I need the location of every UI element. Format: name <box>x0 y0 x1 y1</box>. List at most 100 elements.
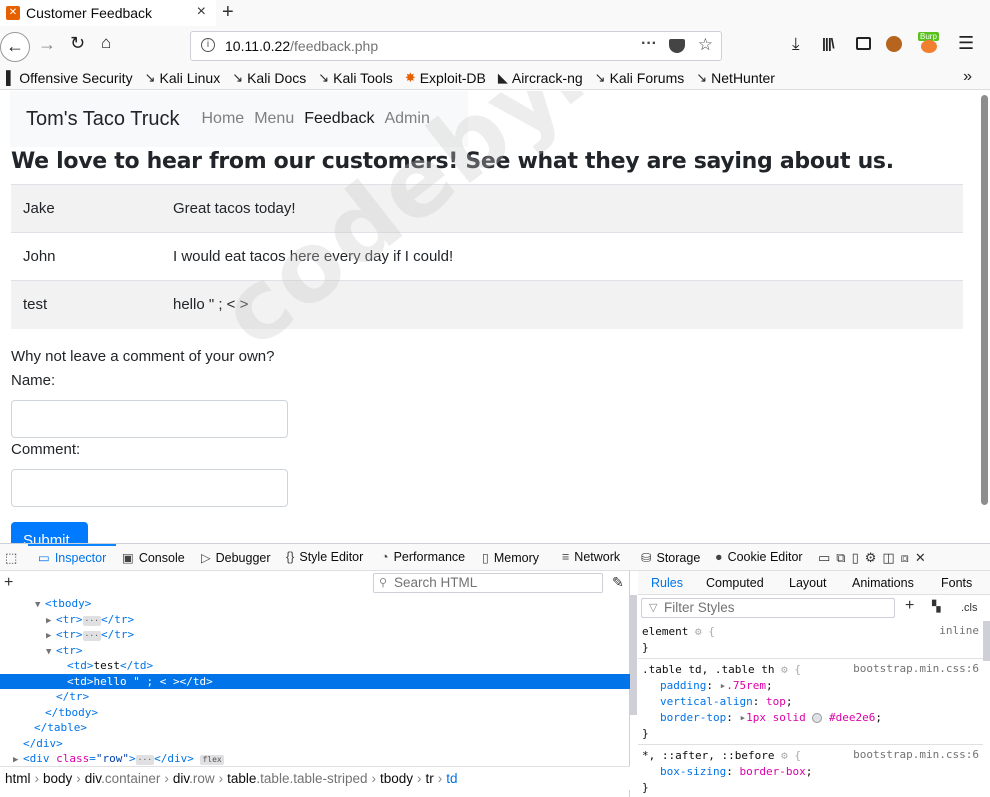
markup-node[interactable]: ▼ <tr> <box>0 643 630 659</box>
sidebar-tab-fonts[interactable]: Fonts <box>941 576 972 590</box>
css-declaration[interactable]: border-top: ▸1px solid #dee2e6; <box>642 710 979 726</box>
devtools-tab-network[interactable]: ≡ Network <box>562 550 620 564</box>
markup-node[interactable]: </table> <box>0 720 630 736</box>
bookmark-exploit-db[interactable]: ✸ Exploit-DB <box>405 70 486 86</box>
color-swatch-icon[interactable] <box>812 713 823 723</box>
markup-scrollbar[interactable] <box>630 595 637 715</box>
rule-selector[interactable]: .table td, .table th <box>642 663 774 676</box>
css-declaration[interactable]: vertical-align: top; <box>642 694 979 710</box>
rules-scrollbar[interactable] <box>983 621 990 661</box>
markup-node[interactable]: </tr> <box>0 689 630 705</box>
bookmark-kali-forums[interactable]: ↘ Kali Forums <box>595 70 685 86</box>
markup-node[interactable]: <td>hello " ; < ></td> <box>0 673 630 689</box>
bookmark-offensive-security[interactable]: ▌ Offensive Security <box>6 70 133 86</box>
new-tab-icon[interactable]: + <box>222 0 234 24</box>
rule-source-link[interactable]: inline <box>939 624 979 637</box>
sidebar-tab-animations[interactable]: Animations <box>852 576 914 590</box>
reload-icon[interactable]: ↻ <box>70 33 85 54</box>
bookmark-kali-docs[interactable]: ↘ Kali Docs <box>232 70 306 86</box>
hamburger-menu-icon[interactable]: ☰ <box>958 33 974 54</box>
scrollbar-thumb[interactable] <box>981 95 988 505</box>
breadcrumb-item[interactable]: html <box>5 771 31 786</box>
breadcrumb-item[interactable]: body <box>43 771 72 786</box>
burp-proxy-icon[interactable]: Burp <box>918 32 940 54</box>
add-node-icon[interactable]: + <box>4 574 13 592</box>
rule-gear-icon[interactable]: ⚙ { <box>774 749 801 762</box>
nav-link-home[interactable]: Home <box>202 110 245 128</box>
property-value[interactable]: 1px solid <box>746 711 806 724</box>
rule-source-link[interactable]: bootstrap.min.css:6 <box>853 662 979 675</box>
breadcrumb-item[interactable]: td <box>446 771 457 786</box>
comment-input[interactable] <box>11 469 288 507</box>
property-name[interactable]: padding <box>660 679 706 692</box>
devtools-tab-console[interactable]: ▣ Console <box>122 550 185 565</box>
markup-node[interactable]: </tbody> <box>0 705 630 721</box>
bookmark-nethunter[interactable]: ↘ NetHunter <box>696 70 775 86</box>
devtools-tab-debugger[interactable]: ▷ Debugger <box>201 550 271 565</box>
library-icon[interactable]: |||\ <box>822 35 835 51</box>
pocket-icon[interactable] <box>669 39 685 53</box>
nav-link-menu[interactable]: Menu <box>254 110 294 128</box>
property-value[interactable]: .75rem <box>726 679 766 692</box>
markup-node[interactable]: ▼ <tbody> <box>0 596 630 612</box>
name-input[interactable] <box>11 400 288 438</box>
element-picker-icon[interactable]: ⬚ <box>5 550 17 566</box>
sidebar-icon[interactable] <box>856 37 871 50</box>
breadcrumb-item[interactable]: table.table.table-striped <box>227 771 367 786</box>
bookmark-kali-tools[interactable]: ↘ Kali Tools <box>318 70 393 86</box>
forward-arrow-icon[interactable]: → <box>38 34 56 55</box>
nav-link-feedback[interactable]: Feedback <box>304 110 374 128</box>
property-value[interactable]: top <box>766 695 786 708</box>
markup-node[interactable]: <td>test</td> <box>0 658 630 674</box>
submit-button[interactable]: Submit <box>11 522 88 543</box>
expand-twisty-icon[interactable]: ▼ <box>46 645 56 661</box>
back-arrow-icon[interactable]: ← <box>0 32 30 62</box>
eyedropper-icon[interactable]: ✎ <box>612 574 624 591</box>
add-rule-icon[interactable]: + <box>905 597 914 615</box>
sidebar-tab-computed[interactable]: Computed <box>706 576 764 590</box>
devtools-tab-performance[interactable]: ◔ Performance <box>381 550 465 564</box>
page-actions-icon[interactable]: ··· <box>641 35 657 53</box>
property-name[interactable]: vertical-align <box>660 695 753 708</box>
url-text[interactable]: 10.11.0.22/feedback.php <box>225 38 378 54</box>
breadcrumb-item[interactable]: div.row <box>173 771 215 786</box>
home-icon[interactable]: ⌂ <box>101 33 111 53</box>
devtools-tab-storage[interactable]: ⛁ Storage <box>641 550 700 565</box>
color-value[interactable]: #dee2e6 <box>822 711 875 724</box>
bookmark-aircrack-ng[interactable]: ◣ Aircrack-ng <box>498 70 583 86</box>
close-tab-icon[interactable]: × <box>197 3 206 21</box>
markup-node[interactable]: </div> <box>0 736 630 752</box>
sidebar-tab-rules[interactable]: Rules <box>651 576 683 590</box>
rule-selector[interactable]: *, ::after, ::before <box>642 749 774 762</box>
download-icon[interactable]: ⤓ <box>792 34 800 54</box>
css-declaration[interactable]: padding: ▸.75rem; <box>642 678 979 694</box>
rule-source-link[interactable]: bootstrap.min.css:6 <box>853 748 979 761</box>
markup-node[interactable]: ▶ <div class="row"> ··· </div> flex <box>0 751 630 767</box>
cookie-editor-icon[interactable] <box>886 36 902 52</box>
pseudo-class-icon[interactable]: ▚ <box>932 600 940 613</box>
css-declaration[interactable]: box-sizing: border-box; <box>642 764 979 780</box>
site-info-icon[interactable]: i <box>201 38 215 52</box>
markup-node[interactable]: ▶ <tr> ··· </tr> <box>0 627 630 643</box>
rule-gear-icon[interactable]: ⚙ { <box>688 625 715 638</box>
cls-toggle[interactable]: .cls <box>961 602 978 614</box>
breadcrumb-item[interactable]: tr <box>426 771 434 786</box>
sidebar-tab-layout[interactable]: Layout <box>789 576 827 590</box>
rule-selector[interactable]: element <box>642 625 688 638</box>
bookmarks-overflow-icon[interactable]: » <box>963 68 972 86</box>
markup-node[interactable]: ▶ <tr> ··· </tr> <box>0 612 630 628</box>
bookmark-star-icon[interactable]: ☆ <box>698 35 713 55</box>
bookmark-kali-linux[interactable]: ↘ Kali Linux <box>145 70 221 86</box>
nav-link-admin[interactable]: Admin <box>384 110 429 128</box>
property-name[interactable]: border-top <box>660 711 726 724</box>
rule-gear-icon[interactable]: ⚙ { <box>774 663 801 676</box>
page-scrollbar[interactable] <box>978 91 990 543</box>
devtools-window-controls[interactable]: ▭⧉▯⚙◫⧈✕ <box>818 550 932 566</box>
browser-tab[interactable]: ✕ Customer Feedback × <box>0 0 216 26</box>
breadcrumb-item[interactable]: div.container <box>85 771 161 786</box>
url-bar[interactable]: i 10.11.0.22/feedback.php ··· ☆ <box>190 31 722 61</box>
property-name[interactable]: box-sizing <box>660 765 726 778</box>
devtools-tab-cookie-editor[interactable]: ● Cookie Editor <box>715 550 803 564</box>
devtools-tab-memory[interactable]: ▯ Memory <box>482 550 539 565</box>
breadcrumb-item[interactable]: tbody <box>380 771 413 786</box>
